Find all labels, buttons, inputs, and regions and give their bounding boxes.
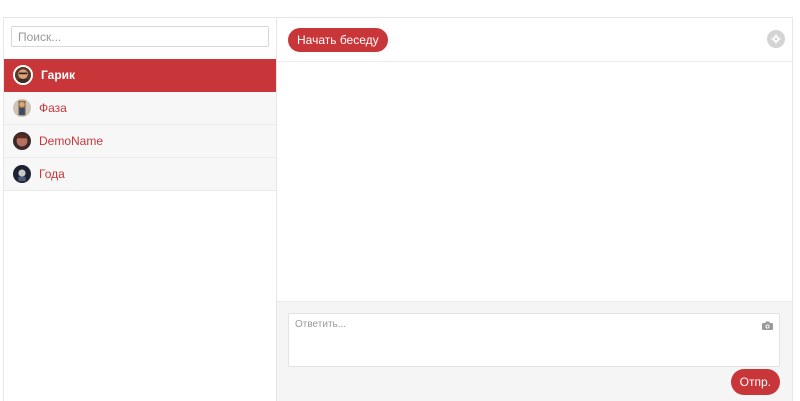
contact-name: DemoName — [39, 134, 104, 148]
send-button[interactable]: Отпр. — [730, 369, 780, 395]
search-input[interactable] — [11, 26, 269, 47]
attach-photo-button[interactable] — [761, 320, 773, 330]
start-conversation-button[interactable]: Начать беседу — [288, 27, 388, 52]
contact-item-goda[interactable]: Года — [4, 158, 276, 191]
settings-button[interactable] — [767, 30, 785, 48]
user-avatar-icon — [13, 99, 31, 117]
chat-toolbar: Начать беседу — [277, 18, 792, 62]
user-avatar-icon — [13, 132, 31, 150]
contacts-sidebar: Гарик Фаза DemoName — [4, 18, 277, 401]
contact-list: Гарик Фаза DemoName Года — [4, 59, 276, 191]
chat-panel: Начать беседу Ответить... Отпр. — [277, 18, 792, 401]
contact-item-demoname[interactable]: DemoName — [4, 125, 276, 158]
chat-app: Гарик Фаза DemoName — [3, 17, 793, 401]
contact-name: Гарик — [41, 68, 76, 82]
contact-name: Года — [39, 167, 65, 181]
contact-item-garik[interactable]: Гарик — [4, 59, 276, 92]
user-avatar-icon — [13, 165, 31, 183]
contact-name: Фаза — [39, 101, 67, 115]
contact-item-faza[interactable]: Фаза — [4, 92, 276, 125]
reply-input[interactable] — [289, 314, 779, 366]
user-avatar-icon — [13, 65, 33, 85]
message-composer: Отпр. — [277, 301, 792, 401]
search-bar — [4, 18, 276, 59]
message-area[interactable] — [277, 62, 792, 301]
gear-icon — [771, 34, 781, 44]
reply-box — [288, 313, 780, 367]
camera-icon — [761, 321, 773, 330]
